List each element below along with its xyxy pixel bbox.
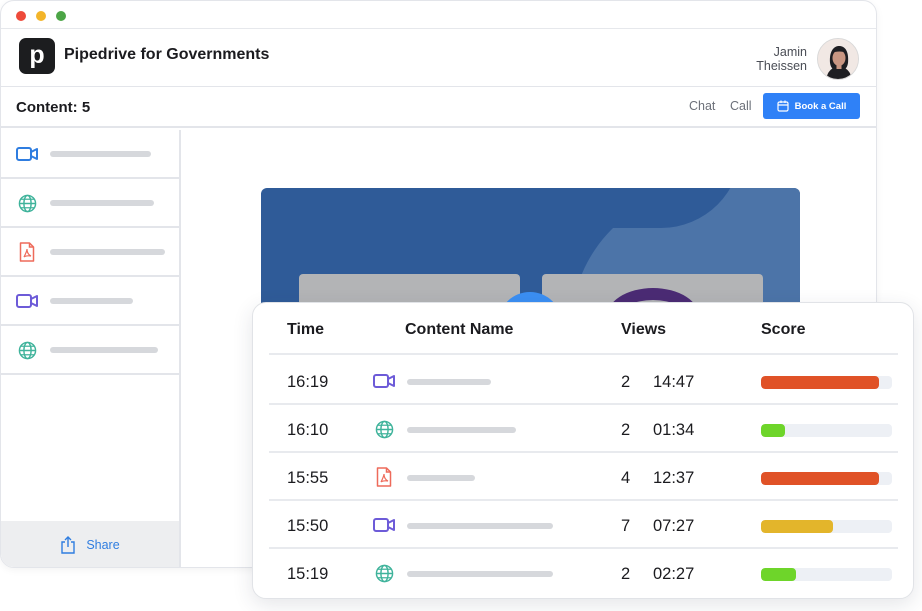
chat-link[interactable]: Chat — [689, 99, 715, 113]
table-row[interactable]: 16:19 2 14:47 — [269, 357, 898, 405]
sidebar-item-title-placeholder — [50, 151, 151, 157]
score-bar — [761, 472, 892, 485]
row-views: 7 — [621, 517, 631, 535]
avatar[interactable] — [817, 38, 859, 80]
row-views: 2 — [621, 373, 631, 391]
column-header-views[interactable]: Views — [621, 321, 666, 339]
score-bar — [761, 520, 892, 533]
share-button[interactable]: Share — [1, 521, 179, 567]
row-content-name-placeholder — [407, 427, 516, 433]
column-header-score[interactable]: Score — [761, 321, 805, 339]
avatar-image — [818, 39, 858, 79]
column-header-content-name[interactable]: Content Name — [405, 321, 513, 339]
row-views: 4 — [621, 469, 631, 487]
row-views: 2 — [621, 421, 631, 439]
sidebar-item-pdf-1[interactable] — [1, 228, 179, 277]
calendar-icon — [777, 100, 789, 112]
row-views: 2 — [621, 565, 631, 583]
row-content-name-placeholder — [407, 475, 475, 481]
app-name: Pipedrive for Governments — [64, 46, 270, 63]
score-bar-fill — [761, 520, 834, 533]
video-icon — [373, 371, 395, 391]
share-label: Share — [86, 538, 120, 552]
row-duration: 01:34 — [653, 421, 695, 439]
globe-icon — [16, 340, 38, 360]
window-titlebar — [1, 1, 876, 29]
row-time: 15:50 — [287, 517, 329, 535]
row-time: 16:10 — [287, 421, 329, 439]
row-duration: 12:37 — [653, 469, 695, 487]
row-duration: 02:27 — [653, 565, 695, 583]
score-bar-fill — [761, 376, 879, 389]
app-header: p Pipedrive for Governments Jamin Theiss… — [1, 29, 876, 87]
sidebar-item-web-2[interactable] — [1, 326, 179, 375]
row-content-name-placeholder — [407, 571, 553, 577]
user-last-name: Theissen — [756, 59, 807, 73]
sidebar-item-title-placeholder — [50, 200, 154, 206]
content-count: Content: 5 — [16, 99, 91, 116]
globe-icon — [373, 563, 395, 583]
table-row[interactable]: 15:55 4 12:37 — [269, 453, 898, 501]
sidebar-item-web-1[interactable] — [1, 179, 179, 228]
close-window-button[interactable] — [16, 11, 26, 21]
user-first-name: Jamin — [773, 45, 807, 59]
video-icon — [373, 515, 395, 535]
score-bar-fill — [761, 472, 879, 485]
video-icon — [16, 144, 38, 164]
minimize-window-button[interactable] — [36, 11, 46, 21]
content-sidebar: Share — [1, 130, 181, 567]
app-logo: p — [19, 38, 55, 74]
stage: p Pipedrive for Governments Jamin Theiss… — [0, 0, 922, 611]
table-row[interactable]: 15:50 7 07:27 — [269, 501, 898, 549]
row-content-name-placeholder — [407, 523, 553, 529]
row-time: 15:19 — [287, 565, 329, 583]
sidebar-item-video-2[interactable] — [1, 277, 179, 326]
sidebar-item-title-placeholder — [50, 347, 158, 353]
sidebar-item-title-placeholder — [50, 298, 133, 304]
table-row[interactable]: 16:10 2 01:34 — [269, 405, 898, 453]
toolbar: Content: 5 Chat Call Book a Call — [1, 87, 876, 128]
analytics-table: Time Content Name Views Score 16:19 2 14… — [252, 302, 914, 599]
score-bar — [761, 376, 892, 389]
book-a-call-button[interactable]: Book a Call — [763, 93, 860, 119]
maximize-window-button[interactable] — [56, 11, 66, 21]
row-content-name-placeholder — [407, 379, 491, 385]
table-row[interactable]: 15:19 2 02:27 — [269, 549, 898, 597]
row-duration: 07:27 — [653, 517, 695, 535]
user-name[interactable]: Jamin Theissen — [756, 45, 807, 73]
score-bar-fill — [761, 424, 785, 437]
row-time: 15:55 — [287, 469, 329, 487]
share-icon — [61, 536, 76, 554]
sidebar-item-title-placeholder — [50, 249, 165, 255]
table-header: Time Content Name Views Score — [269, 303, 898, 355]
call-link[interactable]: Call — [730, 99, 752, 113]
globe-icon — [16, 193, 38, 213]
column-header-time[interactable]: Time — [287, 321, 324, 339]
row-time: 16:19 — [287, 373, 329, 391]
score-bar — [761, 568, 892, 581]
row-duration: 14:47 — [653, 373, 695, 391]
video-icon — [16, 291, 38, 311]
pdf-icon — [16, 242, 38, 262]
pdf-icon — [373, 467, 395, 487]
score-bar — [761, 424, 892, 437]
book-a-call-label: Book a Call — [794, 100, 847, 112]
score-bar-fill — [761, 568, 797, 581]
globe-icon — [373, 419, 395, 439]
sidebar-item-video-1[interactable] — [1, 130, 179, 179]
